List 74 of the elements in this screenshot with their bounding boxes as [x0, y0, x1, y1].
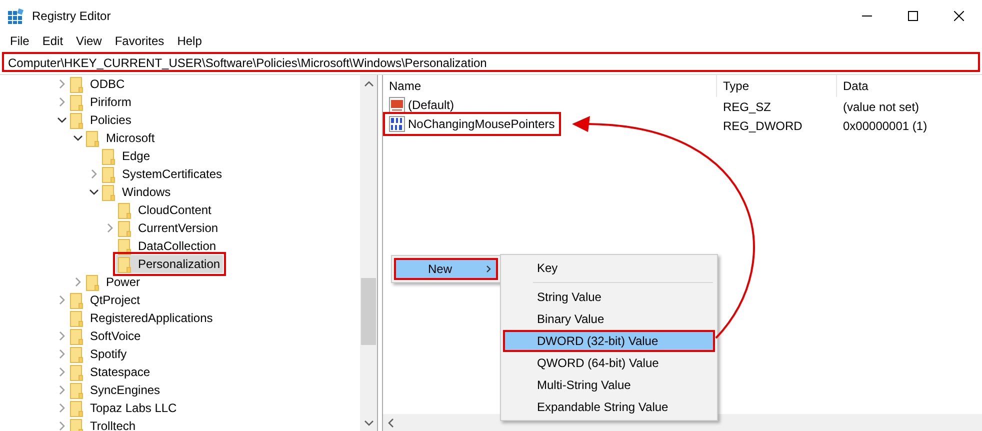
folder-icon [70, 328, 83, 344]
folder-icon [70, 310, 83, 326]
tree-item[interactable]: Edge [100, 147, 154, 165]
menu-item[interactable]: Multi-String Value [503, 374, 715, 396]
folder-icon [70, 94, 83, 110]
folder-icon [86, 274, 99, 290]
chevron-down-icon[interactable] [88, 187, 100, 197]
tree-item[interactable]: CurrentVersion [116, 219, 222, 237]
folder-icon [118, 256, 131, 272]
value-type: REG_DWORD [723, 118, 802, 132]
folder-icon [70, 112, 83, 128]
value-name[interactable]: NoChangingMousePointers [386, 114, 558, 132]
menu-item[interactable]: Key [503, 257, 715, 279]
folder-icon [70, 400, 83, 416]
close-icon[interactable] [954, 11, 964, 21]
folder-icon [70, 364, 83, 380]
tree-item[interactable]: SoftVoice [68, 327, 144, 345]
folder-icon [86, 130, 99, 146]
menu-item[interactable]: Favorites [108, 32, 172, 50]
tree-item[interactable]: Policies [68, 111, 134, 129]
folder-icon [118, 238, 131, 254]
column-header[interactable]: Type [717, 75, 837, 97]
folder-icon [70, 76, 83, 92]
folder-icon [70, 382, 83, 398]
tree-item[interactable]: SyncEngines [68, 381, 164, 399]
scroll-down-icon[interactable] [364, 420, 374, 426]
address-field[interactable]: Computer\HKEY_CURRENT_USER\Software\Policies\Microsoft\Windows\Personalization [2, 52, 980, 72]
menu-item[interactable]: String Value [503, 286, 715, 308]
folder-icon [70, 418, 83, 431]
value-type: REG_SZ [723, 100, 772, 114]
tree-item[interactable]: Topaz Labs LLC [68, 399, 180, 417]
string-value-icon [389, 96, 405, 112]
folder-icon [70, 346, 83, 362]
folder-icon [102, 148, 115, 164]
tree-item[interactable]: Statespace [68, 363, 154, 381]
binary-value-icon [389, 116, 405, 132]
folder-icon [102, 184, 115, 200]
menu-item[interactable]: New [394, 258, 498, 280]
folder-icon [102, 166, 115, 182]
folder-icon [118, 220, 131, 236]
tree-item[interactable]: Personalization [116, 255, 224, 273]
vertical-scrollbar[interactable] [360, 75, 377, 431]
maximize-icon[interactable] [908, 11, 918, 21]
value-data: 0x00000001 (1) [843, 118, 928, 132]
menu-item[interactable]: View [70, 32, 109, 50]
tree-item[interactable]: Microsoft [84, 129, 158, 147]
value-name[interactable]: (Default) [386, 96, 458, 114]
column-header[interactable]: Data [837, 75, 982, 97]
tree-item[interactable]: CloudContent [116, 201, 214, 219]
tree-item[interactable]: Power [84, 273, 144, 291]
menu-item[interactable]: QWORD (64-bit) Value [503, 352, 715, 374]
menu-item[interactable]: Expandable String Value [503, 396, 715, 418]
menu-item[interactable]: File [4, 32, 36, 50]
folder-icon [118, 202, 131, 218]
chevron-down-icon[interactable] [72, 133, 84, 143]
window-title: Registry Editor [32, 8, 111, 25]
tree-item[interactable]: Spotify [68, 345, 130, 363]
tree-item[interactable]: Windows [100, 183, 174, 201]
menu-item[interactable]: Help [171, 32, 209, 50]
tree-item[interactable]: SystemCertificates [100, 165, 226, 183]
scroll-up-icon[interactable] [364, 80, 374, 86]
folder-icon [70, 292, 83, 308]
value-data: (value not set) [843, 100, 920, 114]
menu-item[interactable]: DWORD (32-bit) Value [503, 330, 715, 352]
chevron-down-icon[interactable] [56, 115, 68, 125]
tree-item[interactable]: QtProject [68, 291, 144, 309]
scrollbar-thumb[interactable] [361, 278, 376, 345]
menu-item[interactable]: Edit [36, 32, 70, 50]
menu-item[interactable]: Binary Value [503, 308, 715, 330]
tree-item[interactable]: Piriform [68, 93, 134, 111]
tree-item[interactable]: Trolltech [68, 417, 139, 431]
app-icon [8, 8, 24, 24]
tree-item[interactable]: ODBC [68, 75, 128, 93]
tree-item[interactable]: RegisteredApplications [68, 309, 216, 327]
